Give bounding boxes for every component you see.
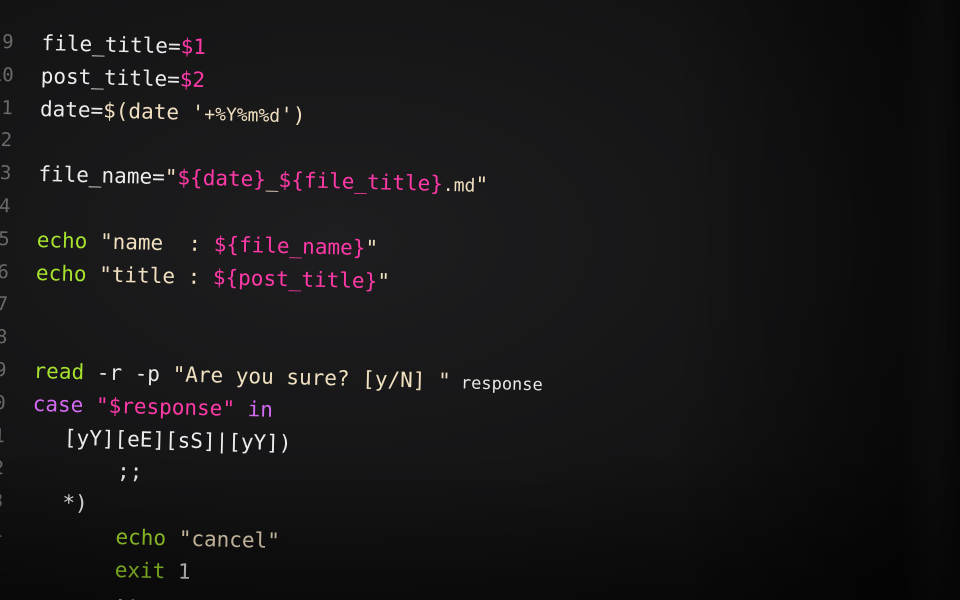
code-text: *) (62, 487, 88, 520)
screen: 9 file_title=$1 10 post_title=$2 11 date… (0, 0, 960, 600)
string-quote: " (365, 235, 379, 261)
builtin-command: exit (114, 557, 166, 583)
date-format: +%Y%m%d (204, 103, 281, 127)
line-number: 24 (0, 522, 3, 546)
command-substitution-close: ') (279, 102, 306, 128)
builtin-command: echo (35, 260, 87, 286)
operator: = (90, 97, 104, 123)
variable: $2 (179, 67, 206, 92)
code-text: post_title=$2 (40, 60, 206, 97)
string-quote: " (376, 268, 391, 294)
code-text: date=$(date '+%Y%m%d') (40, 93, 306, 132)
operator: = (166, 66, 181, 92)
keyword: case (32, 391, 84, 417)
interpolation: ${date} (177, 165, 267, 192)
line-number: 19 (0, 358, 7, 382)
builtin-command: echo (115, 524, 167, 551)
line-number: 12 (0, 129, 13, 152)
case-terminator: ;; (116, 459, 143, 484)
line-number: 25 (0, 550, 2, 583)
code-text: ;; (117, 455, 143, 488)
case-pattern: *) (62, 490, 88, 516)
case-terminator: ;; (114, 591, 140, 600)
identifier: file_name (38, 162, 153, 189)
code-text: ;; (114, 587, 140, 600)
identifier: file_title (41, 31, 169, 59)
line-number: 22 (0, 457, 5, 480)
line-number: 23 (0, 489, 4, 513)
interpolation: ${file_title} (278, 168, 444, 197)
line-number: 21 (0, 424, 6, 447)
string-quote: " (164, 165, 178, 190)
code-editor[interactable]: 9 file_title=$1 10 post_title=$2 11 date… (0, 26, 551, 600)
string-literal: "Are you sure? [y/N] " (172, 362, 452, 394)
string-text: .md (442, 175, 476, 197)
line-number: 9 (1, 31, 14, 54)
builtin-command: echo (36, 227, 88, 253)
line-number: 13 (0, 161, 12, 185)
identifier: date (39, 96, 91, 122)
code-text: [yY][eE][sS]|[yY]) (64, 421, 292, 459)
identifier: post_title (40, 63, 168, 91)
line-number: 17 (0, 293, 9, 316)
string-quote: " (475, 172, 489, 198)
line-number: 18 (0, 325, 8, 349)
monitor-bezel-edge (900, 0, 960, 600)
command-flags: -r -p (83, 360, 173, 387)
code-text: echo "cancel" (115, 521, 280, 558)
code-text: exit 1 (114, 554, 191, 589)
string-text: _ (265, 167, 279, 193)
line-number: 14 (0, 194, 11, 218)
interpolation: ${file_name} (213, 232, 366, 260)
string-text: "name : (87, 228, 215, 257)
number-literal: 1 (165, 558, 191, 584)
operator: = (167, 34, 181, 59)
interpolation: ${post_title} (212, 264, 378, 293)
code-text: file_title=$1 (41, 27, 206, 64)
string-text: "title : (86, 261, 214, 289)
command-substitution: $(date ' (102, 98, 205, 125)
line-number: 20 (0, 391, 6, 415)
string-variable: "$response" (83, 392, 236, 421)
case-pattern: [yY][eE][sS]|[yY]) (63, 425, 292, 455)
string-literal: "cancel" (165, 526, 281, 553)
variable: $1 (180, 34, 207, 60)
line-number: 16 (0, 260, 10, 283)
line-number: 11 (0, 96, 14, 119)
line-number: 10 (0, 63, 14, 87)
line-number: 15 (0, 227, 10, 251)
builtin-command: read (33, 358, 85, 385)
identifier: response (450, 373, 544, 396)
operator: = (151, 164, 166, 190)
keyword: in (234, 396, 274, 422)
